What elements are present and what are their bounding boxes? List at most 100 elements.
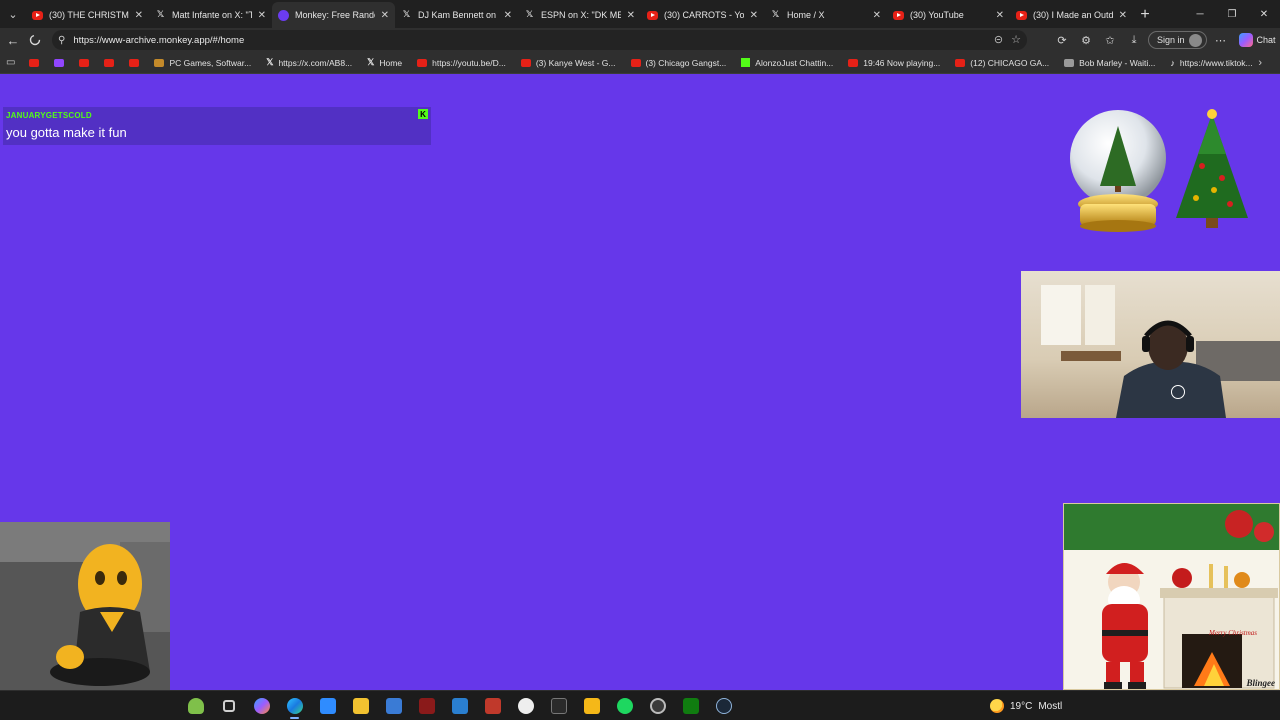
tab-label: Home / X (787, 10, 825, 20)
blingee-watermark: Blingee (1246, 678, 1276, 688)
restore-icon[interactable]: ❐ (1216, 0, 1248, 28)
bookmark[interactable]: https://youtu.be/D... (417, 58, 506, 68)
taskbar-app[interactable] (381, 695, 406, 717)
bookmark[interactable]: PC Games, Softwar... (154, 58, 251, 68)
close-icon[interactable]: ✕ (627, 10, 635, 21)
taskbar-app[interactable] (546, 695, 571, 717)
tab[interactable]: 𝕏 DJ Kam Bennett on X: "L ✕ (395, 2, 518, 28)
taskbar-app[interactable] (612, 695, 637, 717)
back-button[interactable]: ← (2, 29, 24, 51)
bolt-app-icon (583, 698, 600, 714)
store-icon (319, 698, 336, 714)
x-icon: 𝕏 (771, 10, 780, 20)
taskbar-app[interactable] (348, 695, 373, 717)
bookmark[interactable] (104, 58, 115, 67)
bookmark[interactable]: AlonzoJust Chattin... (741, 58, 833, 68)
taskbar-app[interactable] (513, 695, 538, 717)
bookmark[interactable]: Bob Marley - Waiti... (1064, 58, 1155, 68)
bookmark[interactable]: 𝕏https://x.com/AB8... (266, 57, 352, 68)
bookmark-label: (3) Kanye West - G... (535, 57, 616, 68)
steam-icon (715, 698, 732, 714)
address-toolbar: ← ⚲ https://www-archive.monkey.app/#/hom… (0, 28, 1280, 52)
bookmark[interactable] (54, 58, 65, 67)
site-info-icon[interactable]: ⚲ (58, 35, 65, 46)
tab[interactable]: (30) CARROTS - YouTub ✕ (641, 2, 764, 28)
tab[interactable]: (30) YouTube ✕ (887, 2, 1010, 28)
bookmark[interactable]: 19:46 Now playing... (848, 58, 940, 68)
cupcake-app-icon (187, 698, 204, 714)
taskbar-app[interactable] (216, 695, 241, 717)
taskbar-app[interactable] (645, 695, 670, 717)
tab-label: Monkey: Free Random V (295, 10, 375, 20)
favorite-star-icon[interactable]: ☆ (1011, 33, 1021, 46)
bookmark[interactable] (129, 58, 140, 67)
window-background (1085, 285, 1115, 345)
browser-tab-strip: ⌄ (30) THE CHRISTMAS DI ✕ 𝕏 Matt Infante… (0, 0, 1280, 28)
bookmark[interactable]: (3) Kanye West - G... (520, 57, 616, 68)
close-icon[interactable]: ✕ (258, 10, 266, 21)
close-icon[interactable]: ✕ (873, 10, 881, 21)
reader-mode-icon[interactable]: ⊝ (994, 33, 1003, 46)
bookmark[interactable]: (12) CHICAGO GA... (955, 58, 1049, 68)
close-icon[interactable]: ✕ (750, 10, 758, 21)
bookmark[interactable]: ♪ https://www.tiktok... (1170, 58, 1252, 68)
taskbar-app[interactable] (579, 695, 604, 717)
bookmark-label: (12) CHICAGO GA... (970, 57, 1050, 68)
close-icon[interactable]: ✕ (996, 10, 1004, 21)
address-bar[interactable]: ⚲ https://www-archive.monkey.app/#/home … (52, 30, 1027, 50)
sign-in-button[interactable]: Sign in (1148, 31, 1207, 49)
copilot-chat-button[interactable]: Chat (1238, 33, 1276, 47)
tab[interactable]: (30) THE CHRISTMAS DI ✕ (26, 2, 149, 28)
youtube-icon (129, 58, 140, 67)
tab-active[interactable]: Monkey: Free Random V ✕ (272, 2, 395, 28)
bookmark-label: https://youtu.be/D... (432, 57, 506, 68)
youtube-icon (417, 58, 428, 67)
more-menu-icon[interactable]: ⋯ (1211, 30, 1231, 50)
youtube-icon (630, 58, 641, 67)
mega-app-icon (484, 698, 501, 714)
taskbar-app[interactable] (480, 695, 505, 717)
sign-in-label: Sign in (1157, 35, 1185, 45)
refresh-extension-icon[interactable]: ⟳ (1052, 30, 1072, 50)
favorites-icon[interactable]: ✩ (1100, 30, 1120, 50)
tab-actions-menu[interactable]: ⌄ (0, 0, 26, 28)
taskbar-app[interactable] (315, 695, 340, 717)
tab[interactable]: 𝕏 Home / X ✕ (764, 2, 887, 28)
bookmark[interactable] (79, 58, 90, 67)
stop-loading-button[interactable] (24, 29, 46, 51)
taskbar-app[interactable] (711, 695, 736, 717)
taskbar-app[interactable] (678, 695, 703, 717)
fk-app-icon (451, 698, 468, 714)
close-icon[interactable]: ✕ (135, 10, 143, 21)
close-window-icon[interactable]: ✕ (1248, 0, 1280, 28)
bookmark-label: (3) Chicago Gangst... (645, 57, 727, 68)
snow-globe-and-tree-image (1070, 109, 1248, 232)
x-icon: 𝕏 (367, 57, 375, 67)
bookmark[interactable]: (3) Chicago Gangst... (630, 57, 727, 68)
minimize-icon[interactable]: ─ (1184, 0, 1216, 28)
url-text[interactable]: https://www-archive.monkey.app/#/home (73, 35, 244, 46)
bookmark-folder-icon[interactable]: ▭ (6, 57, 15, 68)
extensions-icon[interactable]: ⚙ (1076, 30, 1096, 50)
youtube-icon (647, 10, 658, 20)
tab[interactable]: 𝕏 ESPN on X: "DK METCAL ✕ (518, 2, 641, 28)
new-tab-button[interactable]: + (1133, 2, 1157, 28)
chevron-right-icon[interactable]: › (1258, 57, 1262, 69)
taskbar-app[interactable] (183, 695, 208, 717)
close-icon[interactable]: ✕ (504, 10, 512, 21)
bookmark[interactable] (29, 58, 40, 67)
bookmark[interactable]: 𝕏 Home (367, 57, 402, 68)
taskbar-app-active[interactable] (282, 695, 307, 719)
downloads-icon[interactable]: ⤓ (1124, 30, 1144, 50)
youtube-icon (893, 10, 904, 20)
santa-fireplace-illustration (1102, 510, 1278, 689)
taskbar-app[interactable] (249, 695, 274, 717)
weather-widget[interactable]: 19°C Mostl (990, 699, 1062, 713)
taskbar-app[interactable] (447, 695, 472, 717)
close-icon[interactable]: ✕ (1119, 10, 1127, 21)
bookmark-label: AlonzoJust Chattin... (755, 57, 834, 68)
close-icon[interactable]: ✕ (381, 10, 389, 21)
taskbar-app[interactable] (414, 695, 439, 717)
tab[interactable]: 𝕏 Matt Infante on X: "The ✕ (149, 2, 272, 28)
tab[interactable]: (30) I Made an Outdoor ✕ (1010, 2, 1133, 28)
